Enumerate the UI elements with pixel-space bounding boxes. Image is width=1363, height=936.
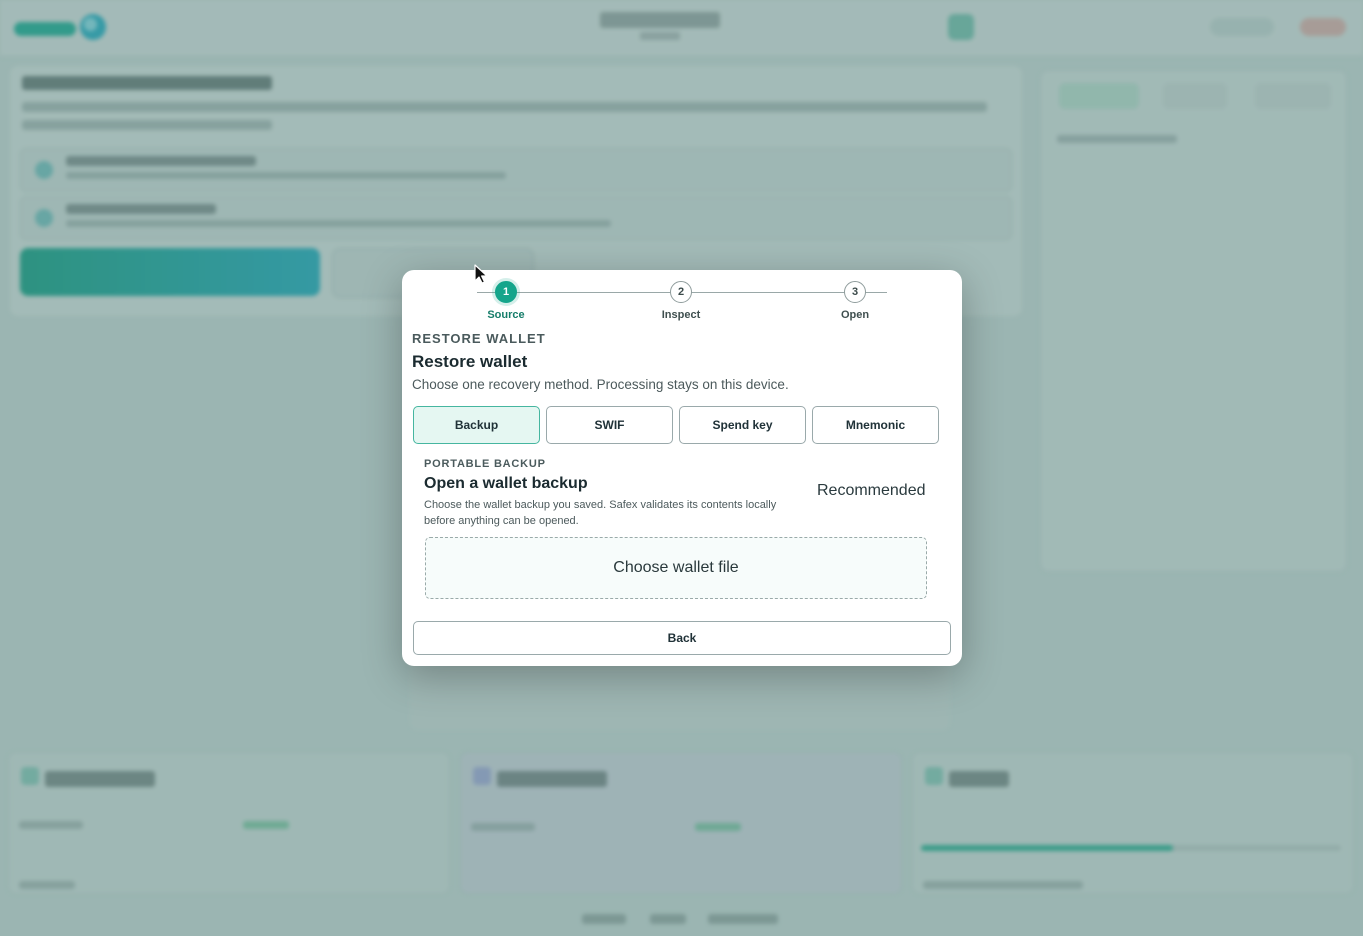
step-source: 1 Source: [466, 281, 546, 321]
method-spend-key-button[interactable]: Spend key: [679, 406, 806, 444]
dialog-subtitle: Choose one recovery method. Processing s…: [412, 377, 789, 392]
step-label: Inspect: [661, 309, 701, 321]
step-label: Open: [840, 309, 870, 321]
dialog-eyebrow: RESTORE WALLET: [412, 331, 546, 346]
step-number: 1: [495, 281, 517, 303]
recommended-badge: Recommended: [817, 482, 926, 499]
choose-wallet-file-button[interactable]: Choose wallet file: [425, 537, 927, 599]
step-label: Source: [487, 309, 525, 321]
dialog-title: Restore wallet: [412, 352, 528, 371]
restore-wallet-dialog: 1 Source 2 Inspect 3 Open RESTORE WALLET…: [402, 270, 962, 666]
method-swif-button[interactable]: SWIF: [546, 406, 673, 444]
portable-backup-eyebrow: PORTABLE BACKUP: [424, 458, 546, 470]
step-number: 3: [844, 281, 866, 303]
portable-backup-description: Choose the wallet backup you saved. Safe…: [424, 499, 777, 527]
back-button[interactable]: Back: [413, 621, 951, 655]
step-open: 3 Open: [815, 281, 895, 321]
method-mnemonic-button[interactable]: Mnemonic: [812, 406, 939, 444]
portable-backup-title: Open a wallet backup: [424, 475, 588, 492]
mouse-cursor-icon: [474, 264, 488, 284]
step-number: 2: [670, 281, 692, 303]
method-backup-button[interactable]: Backup: [413, 406, 540, 444]
step-inspect: 2 Inspect: [641, 281, 721, 321]
recovery-method-tabs: Backup SWIF Spend key Mnemonic: [413, 406, 939, 444]
